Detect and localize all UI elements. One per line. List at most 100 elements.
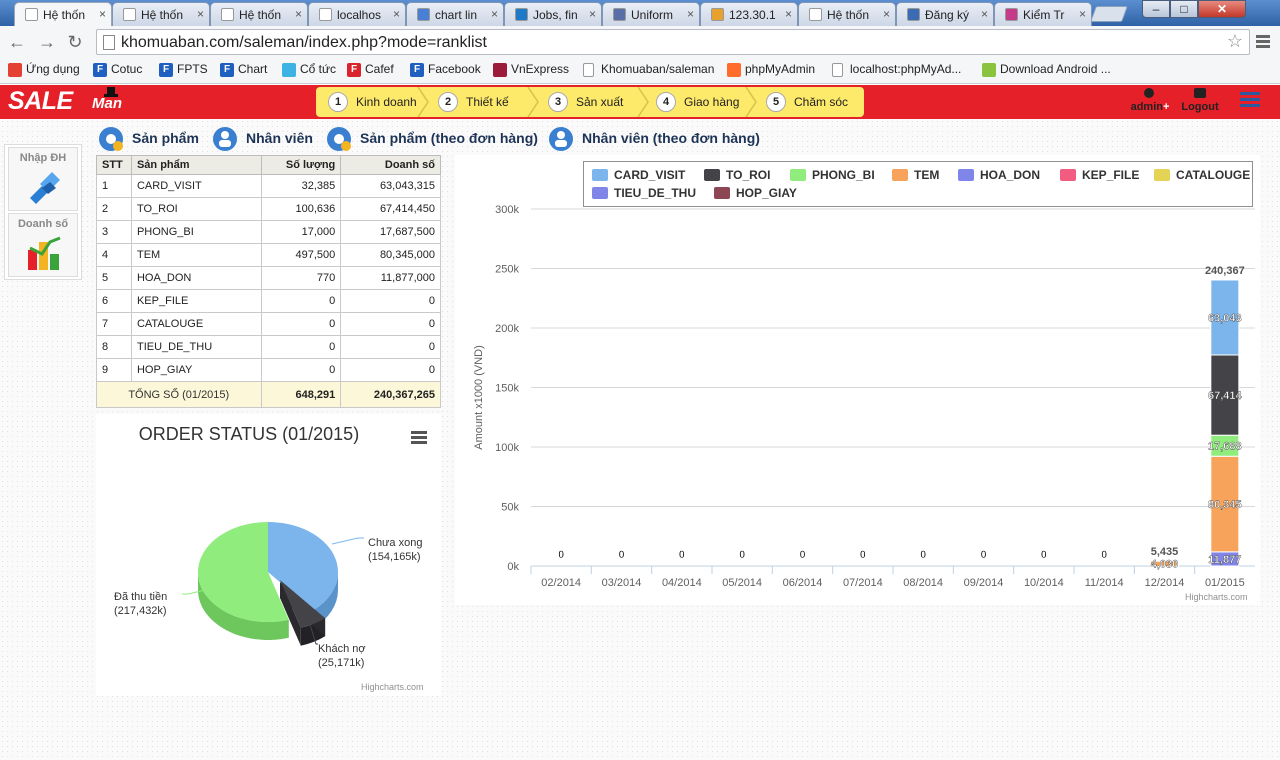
logout-button[interactable]: Logout <box>1180 86 1220 116</box>
bookmark-item[interactable]: VnExpress <box>493 62 569 77</box>
step-number: 1 <box>328 92 348 112</box>
tab-close-icon[interactable]: × <box>197 7 204 21</box>
workflow-step[interactable]: 5 Chăm sóc <box>754 87 864 117</box>
browser-tab[interactable]: Đăng ký × <box>896 2 994 26</box>
bookmark-item[interactable]: F Cafef <box>347 62 394 77</box>
column-header-revenue[interactable]: Doanh số <box>340 155 441 175</box>
bookmark-item[interactable]: Cổ tức <box>282 62 336 77</box>
x-tick-label: 04/2014 <box>662 577 702 589</box>
page-icon <box>832 63 843 77</box>
browser-tab[interactable]: Jobs, fin × <box>504 2 602 26</box>
bookmark-item[interactable]: localhost:phpMyAd... <box>832 62 961 77</box>
report-tab[interactable]: Nhân viên (theo đơn hàng) <box>546 125 760 153</box>
legend-item[interactable]: KEP_FILE <box>1060 168 1139 184</box>
column-header-product[interactable]: Sản phẩm <box>130 155 262 175</box>
user-menu[interactable]: admin+ <box>1120 86 1180 116</box>
browser-tab[interactable]: Uniform × <box>602 2 700 26</box>
browser-tab[interactable]: Hệ thốn × <box>112 2 210 26</box>
forward-arrow-icon[interactable]: → <box>36 31 58 53</box>
address-bar[interactable]: khomuaban.com/saleman/index.php?mode=ran… <box>96 29 1250 55</box>
legend-item[interactable]: CATALOUGE <box>1154 168 1250 184</box>
legend-swatch <box>1154 169 1170 181</box>
legend-item[interactable]: TIEU_DE_THU <box>592 186 696 202</box>
browser-tab[interactable]: Hệ thốn × <box>798 2 896 26</box>
table-row[interactable]: 8 TIEU_DE_THU 0 0 <box>96 335 441 359</box>
x-tick-label: 09/2014 <box>964 577 1004 589</box>
tab-close-icon[interactable]: × <box>883 7 890 21</box>
browser-tab[interactable]: 123.30.1 × <box>700 2 798 26</box>
side-button-revenue[interactable]: Doanh số <box>8 213 78 277</box>
window-close-button[interactable]: ✕ <box>1198 0 1246 18</box>
report-tab[interactable]: Sản phẩm (theo đơn hàng) <box>324 125 538 153</box>
window-minimize-button[interactable]: – <box>1142 0 1170 18</box>
bookmark-item[interactable]: F Chart <box>220 62 267 77</box>
bookmarks-bar: Ứng dụng F Cotuc F FPTS F Chart Cổ tức F Cafef F Fa… <box>0 58 1280 84</box>
bookmark-item[interactable]: F Cotuc <box>93 62 142 77</box>
tab-close-icon[interactable]: × <box>295 7 302 21</box>
workflow-step[interactable]: 1 Kinh doanh <box>316 87 429 117</box>
reload-icon[interactable]: ↻ <box>64 31 86 53</box>
report-tab[interactable]: Sản phẩm <box>96 125 199 153</box>
bookmark-item[interactable]: Ứng dụng <box>8 62 80 77</box>
legend-item[interactable]: PHONG_BI <box>790 168 875 184</box>
bookmark-item[interactable]: phpMyAdmin <box>727 62 815 77</box>
tab-close-icon[interactable]: × <box>99 7 106 21</box>
table-cell: TEM <box>130 243 262 267</box>
workflow-step[interactable]: 3 Sản xuất <box>536 87 649 117</box>
bookmark-item[interactable]: F FPTS <box>159 62 208 77</box>
side-button-order-entry[interactable]: Nhập ĐH <box>8 147 78 211</box>
tab-close-icon[interactable]: × <box>491 7 498 21</box>
tab-close-icon[interactable]: × <box>589 7 596 21</box>
logo-sale[interactable]: SALE <box>8 87 73 116</box>
url-text[interactable]: khomuaban.com/saleman/index.php?mode=ran… <box>121 34 487 52</box>
browser-tab[interactable]: localhos × <box>308 2 406 26</box>
table-row[interactable]: 4 TEM 497,500 80,345,000 <box>96 243 441 267</box>
tab-close-icon[interactable]: × <box>687 7 694 21</box>
table-row[interactable]: 9 HOP_GIAY 0 0 <box>96 358 441 382</box>
table-row[interactable]: 6 KEP_FILE 0 0 <box>96 289 441 313</box>
legend-item[interactable]: CARD_VISIT <box>592 168 685 184</box>
table-row[interactable]: 2 TO_ROI 100,636 67,414,450 <box>96 197 441 221</box>
report-tab[interactable]: Nhân viên <box>210 125 313 153</box>
browser-tab[interactable]: Hệ thốn × <box>210 2 308 26</box>
chart-menu-icon[interactable] <box>411 431 427 446</box>
tab-close-icon[interactable]: × <box>785 7 792 21</box>
staff-icon <box>213 127 237 151</box>
bookmark-item[interactable]: Khomuaban/saleman <box>583 62 714 77</box>
legend-swatch <box>592 169 608 181</box>
legend-label: TO_ROI <box>726 168 771 182</box>
bookmark-item[interactable]: F Facebook <box>410 62 481 77</box>
table-row[interactable]: 1 CARD_VISIT 32,385 63,043,315 <box>96 174 441 198</box>
browser-tab[interactable]: Kiểm Tr × <box>994 2 1092 26</box>
bookmark-item[interactable]: Download Android ... <box>982 62 1111 77</box>
back-arrow-icon[interactable]: ← <box>6 31 28 53</box>
browser-menu-icon[interactable] <box>1256 33 1270 50</box>
column-header-stt[interactable]: STT <box>96 155 132 175</box>
logout-label: Logout <box>1181 101 1219 113</box>
table-cell: 4 <box>96 243 132 267</box>
stack-total-label: 0 <box>1101 549 1107 561</box>
hamburger-menu-icon[interactable] <box>1240 92 1260 110</box>
table-row[interactable]: 3 PHONG_BI 17,000 17,687,500 <box>96 220 441 244</box>
column-header-quantity[interactable]: Số lượng <box>260 155 342 175</box>
browser-tab[interactable]: chart lin × <box>406 2 504 26</box>
legend-item[interactable]: HOA_DON <box>958 168 1040 184</box>
workflow-step[interactable]: 2 Thiết kế <box>426 87 539 117</box>
chart-credit[interactable]: Highcharts.com <box>1185 592 1248 602</box>
tab-close-icon[interactable]: × <box>1079 7 1086 21</box>
browser-tab[interactable]: Hệ thốn × <box>14 2 112 26</box>
legend-item[interactable]: HOP_GIAY <box>714 186 797 202</box>
step-label: Sản xuất <box>576 95 624 109</box>
window-maximize-button[interactable]: □ <box>1170 0 1198 18</box>
chart-credit[interactable]: Highcharts.com <box>361 682 424 692</box>
legend-item[interactable]: TO_ROI <box>704 168 770 184</box>
new-tab-button[interactable] <box>1090 6 1128 22</box>
tab-close-icon[interactable]: × <box>393 7 400 21</box>
tab-close-icon[interactable]: × <box>981 7 988 21</box>
legend-item[interactable]: TEM <box>892 168 939 184</box>
workflow-step[interactable]: 4 Giao hàng <box>644 87 757 117</box>
bookmark-star-icon[interactable]: ☆ <box>1227 31 1243 52</box>
table-row[interactable]: 5 HOA_DON 770 11,877,000 <box>96 266 441 290</box>
table-row[interactable]: 7 CATALOUGE 0 0 <box>96 312 441 336</box>
pie-label-connector <box>331 537 364 545</box>
